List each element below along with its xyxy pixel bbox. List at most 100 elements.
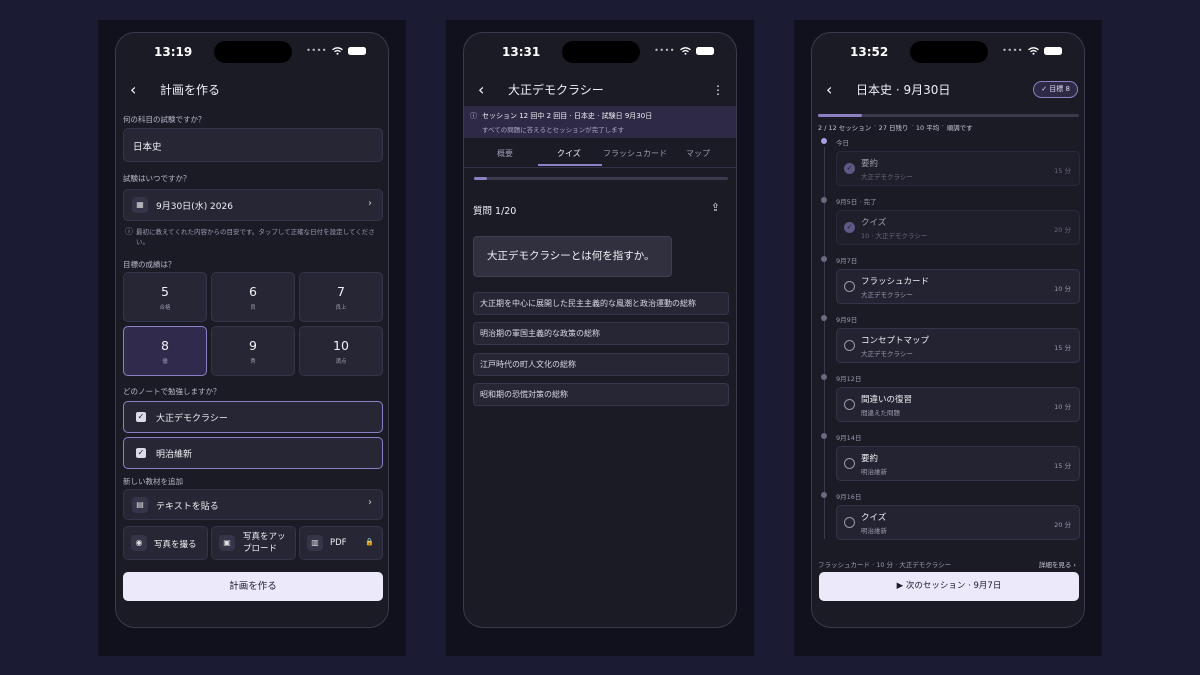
panel-timeline: 13:52 •••• ‹ 日本史 · 9月30日 ✓ 目標 8 2 / 12 セ… bbox=[794, 20, 1102, 656]
timeline-day-label: 9月16日 bbox=[836, 493, 862, 501]
back-icon[interactable]: ‹ bbox=[130, 79, 136, 101]
create-plan-button[interactable]: 計画を作る bbox=[123, 572, 383, 601]
session-card[interactable]: 要約 明治維新 15 分 bbox=[836, 446, 1080, 481]
answer-option-3[interactable]: 江戸時代の町人文化の総称 bbox=[473, 353, 729, 376]
session-duration: 15 分 bbox=[1054, 462, 1071, 470]
question-card: 大正デモクラシーとは何を指すか。 bbox=[473, 236, 672, 277]
date-picker[interactable]: ▦ 9月30日(水) 2026 › bbox=[123, 189, 383, 221]
note-checkbox-taisho[interactable]: ✓ 大正デモクラシー bbox=[123, 401, 383, 433]
session-card[interactable]: 間違いの復習 間違えた問題 10 分 bbox=[836, 387, 1080, 422]
page-title: 日本史 · 9月30日 bbox=[856, 83, 951, 97]
timeline-day-label: 9月12日 bbox=[836, 375, 862, 383]
session-subtitle: 大正デモクラシー bbox=[861, 291, 913, 299]
active-tab-indicator bbox=[538, 164, 602, 166]
circle-icon bbox=[844, 517, 855, 528]
note-checkbox-meiji[interactable]: ✓ 明治維新 bbox=[123, 437, 383, 469]
back-icon[interactable]: ‹ bbox=[826, 79, 832, 101]
tab-quiz[interactable]: クイズ bbox=[557, 148, 581, 159]
tab-flashcards[interactable]: フラッシュカード bbox=[603, 148, 667, 159]
upload-photo-button[interactable]: ▣ 写真をアップロード bbox=[211, 526, 296, 560]
session-banner: ⓘ セッション 12 回中 2 回目 · 日本史 · 試験日 9月30日 すべて… bbox=[464, 106, 736, 138]
chevron-right-icon: › bbox=[368, 198, 372, 209]
session-duration: 10 分 bbox=[1054, 403, 1071, 411]
goal-grade-grid: 5 合格 6良 7 良上 8優 9秀 10 満点 bbox=[123, 272, 384, 376]
gallery-icon: ▣ bbox=[219, 535, 235, 551]
timeline-dot bbox=[821, 256, 827, 262]
answer-option-2[interactable]: 明治期の軍国主義的な政策の総称 bbox=[473, 322, 729, 345]
session-duration: 15 分 bbox=[1054, 344, 1071, 352]
dynamic-island bbox=[562, 41, 640, 63]
timeline-day-label: 今日 bbox=[836, 139, 849, 147]
phone-plan-screen: 13:19 •••• ‹ 計画を作る 何の科目の試験ですか？ 日本史 試験はいつ… bbox=[115, 32, 389, 628]
session-card[interactable]: クイズ 明治維新 20 分 bbox=[836, 505, 1080, 540]
session-subtitle: 明治維新 bbox=[861, 468, 887, 476]
quiz-progress-bar bbox=[474, 177, 728, 180]
session-subtitle: 大正デモクラシー bbox=[861, 350, 913, 358]
info-icon: ⓘ bbox=[125, 227, 133, 236]
grade-option-10[interactable]: 10 満点 bbox=[299, 326, 383, 376]
plan-stats: 2 / 12 セッション ˙ 27 日残り ˙ 10 平均 ˙ 順調です bbox=[818, 124, 973, 132]
grade-option-8-selected[interactable]: 8優 bbox=[123, 326, 207, 376]
circle-icon bbox=[844, 281, 855, 292]
tab-map[interactable]: マップ bbox=[686, 148, 710, 159]
session-duration: 10 分 bbox=[1054, 285, 1071, 293]
document-icon: ▤ bbox=[132, 497, 148, 513]
grade-option-9[interactable]: 9秀 bbox=[211, 326, 295, 376]
answer-option-1[interactable]: 大正期を中心に展開した民主主義的な風潮と政治運動の総称 bbox=[473, 292, 729, 315]
goal-badge[interactable]: ✓ 目標 8 bbox=[1033, 81, 1078, 98]
goal-question: 目標の成績は？ bbox=[123, 260, 176, 269]
panel-plan: 13:19 •••• ‹ 計画を作る 何の科目の試験ですか？ 日本史 試験はいつ… bbox=[98, 20, 406, 656]
lock-icon: 🔒 bbox=[365, 538, 374, 546]
session-title: フラッシュカード bbox=[861, 277, 930, 287]
dynamic-island bbox=[214, 41, 292, 63]
battery-icon bbox=[348, 46, 366, 55]
subject-value: 日本史 bbox=[133, 142, 162, 153]
grade-option-6[interactable]: 6良 bbox=[211, 272, 295, 322]
timeline-day-label: 9月9日 bbox=[836, 316, 858, 324]
next-session-button[interactable]: ▶ 次のセッション · 9月7日 bbox=[819, 572, 1079, 601]
session-card[interactable]: フラッシュカード 大正デモクラシー 10 分 bbox=[836, 269, 1080, 304]
date-note: 最初に教えてくれた内容からの目安です。タップして正確な日付を設定してください。 bbox=[136, 228, 375, 246]
pdf-button[interactable]: ▥ PDF 🔒 bbox=[299, 526, 383, 560]
upload-photo-label: 写真をアップロード bbox=[243, 532, 286, 554]
status-bar: 13:52 •••• bbox=[812, 33, 1084, 71]
subject-field[interactable]: 日本史 bbox=[123, 128, 383, 162]
page-title: 大正デモクラシー bbox=[508, 83, 604, 97]
checkbox-checked-icon: ✓ bbox=[136, 412, 146, 422]
take-photo-button[interactable]: ◉ 写真を撮る bbox=[123, 526, 208, 560]
session-title: クイズ bbox=[861, 218, 887, 228]
session-duration: 15 分 bbox=[1054, 167, 1071, 175]
timeline-dot bbox=[821, 197, 827, 203]
banner-subtitle: すべての問題に答えるとセッションが完了します bbox=[482, 126, 625, 134]
grade-option-7[interactable]: 7 良上 bbox=[299, 272, 383, 322]
session-card[interactable]: コンセプトマップ 大正デモクラシー 15 分 bbox=[836, 328, 1080, 363]
session-card[interactable]: ✓ 要約 大正デモクラシー 15 分 bbox=[836, 151, 1080, 186]
page-title: 計画を作る bbox=[160, 83, 221, 97]
status-bar: 13:19 •••• bbox=[116, 33, 388, 71]
session-card[interactable]: ✓ クイズ 10 · 大正デモクラシー 20 分 bbox=[836, 210, 1080, 245]
circle-icon bbox=[844, 399, 855, 410]
take-photo-label: 写真を撮る bbox=[154, 540, 197, 550]
battery-icon bbox=[696, 46, 714, 55]
session-subtitle: 間違えた問題 bbox=[861, 409, 900, 417]
share-icon[interactable]: ⇪ bbox=[711, 201, 720, 214]
paste-text-button[interactable]: ▤ テキストを貼る › bbox=[123, 489, 383, 520]
chevron-right-icon: › bbox=[368, 497, 372, 508]
check-circle-icon: ✓ bbox=[844, 163, 855, 174]
session-subtitle: 明治維新 bbox=[861, 527, 887, 535]
answer-option-4[interactable]: 昭和期の恐慌対策の総称 bbox=[473, 383, 729, 406]
phone-timeline-screen: 13:52 •••• ‹ 日本史 · 9月30日 ✓ 目標 8 2 / 12 セ… bbox=[811, 32, 1085, 628]
grade-option-5[interactable]: 5 合格 bbox=[123, 272, 207, 322]
dynamic-island bbox=[910, 41, 988, 63]
back-icon[interactable]: ‹ bbox=[478, 79, 484, 101]
timeline-dot bbox=[821, 492, 827, 498]
timeline-dot bbox=[821, 433, 827, 439]
tab-overview[interactable]: 概要 bbox=[497, 148, 513, 159]
date-question: 試験はいつですか？ bbox=[123, 174, 191, 183]
more-menu-icon[interactable]: ⋮ bbox=[712, 79, 724, 101]
timeline-line bbox=[824, 147, 825, 539]
details-link[interactable]: 詳細を見る › bbox=[1039, 559, 1076, 569]
session-title: 間違いの復習 bbox=[861, 395, 913, 405]
paste-text-label: テキストを貼る bbox=[156, 502, 219, 512]
status-bar: 13:31 •••• bbox=[464, 33, 736, 71]
